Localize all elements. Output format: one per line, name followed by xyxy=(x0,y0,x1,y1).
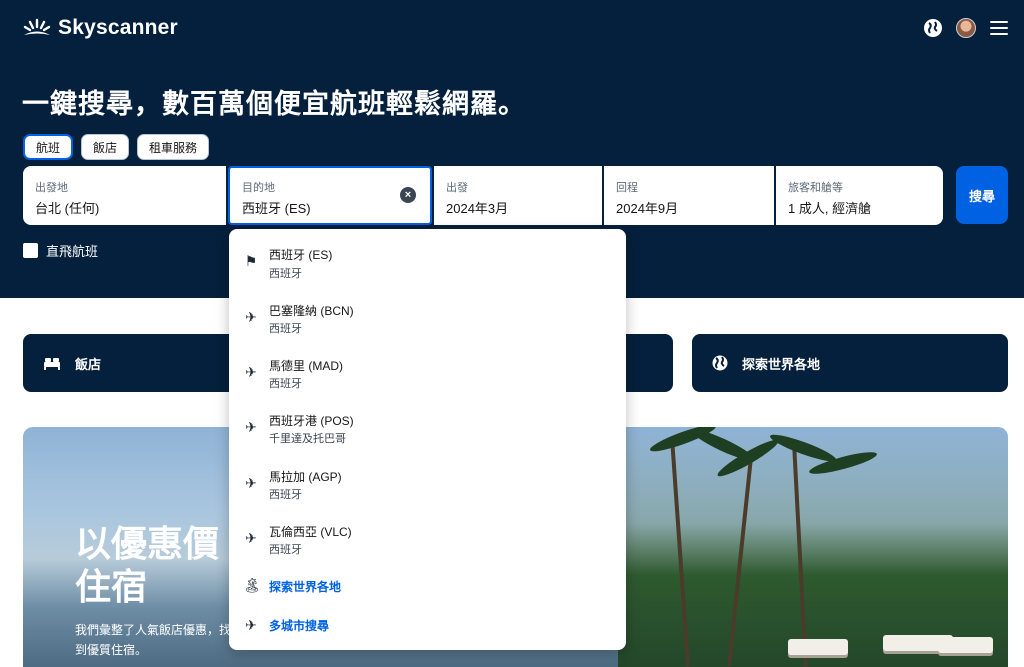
tab-car-rental[interactable]: 租車服務 xyxy=(137,134,210,160)
plane-icon: ✈ xyxy=(245,475,257,491)
island-icon: 🏝 xyxy=(243,577,261,593)
origin-field[interactable]: 出發地 台北 (任何) xyxy=(23,166,226,225)
plane-icon: ✈ xyxy=(245,364,257,380)
explore-quick-link-label: 探索世界各地 xyxy=(742,356,821,372)
suggestion-item[interactable]: ✈ 巴塞隆納 (BCN) 西班牙 xyxy=(229,296,626,348)
suggestion-subtitle: 西班牙 xyxy=(269,489,302,501)
suggestion-subtitle: 西班牙 xyxy=(269,323,302,335)
header-actions xyxy=(924,18,1008,38)
return-label: 回程 xyxy=(616,182,638,194)
suggestion-item[interactable]: ⚑ 西班牙 (ES) 西班牙 xyxy=(229,241,626,293)
multi-city-search-label: 多城市搜尋 xyxy=(269,619,330,633)
return-value: 2024年9月 xyxy=(616,201,679,216)
destination-label: 目的地 xyxy=(242,182,275,194)
bed-icon xyxy=(44,358,60,370)
tab-flights[interactable]: 航班 xyxy=(23,134,74,160)
depart-value: 2024年3月 xyxy=(446,201,509,216)
suggestion-item[interactable]: ✈ 西班牙港 (POS) 千里達及托巴哥 xyxy=(229,406,626,458)
travellers-label: 旅客和艙等 xyxy=(788,182,843,194)
travellers-field[interactable]: 旅客和艙等 1 成人, 經濟艙 xyxy=(776,166,943,225)
suggestion-subtitle: 西班牙 xyxy=(269,268,302,280)
plane-icon: ✈ xyxy=(245,419,257,435)
destination-suggestions-dropdown: ⚑ 西班牙 (ES) 西班牙 ✈ 巴塞隆納 (BCN) 西班牙 ✈ 馬德里 (M… xyxy=(229,229,626,650)
banner-subtitle: 我們彙整了人氣飯店優惠，找到優質住宿。 xyxy=(75,623,232,657)
suggestion-item[interactable]: ✈ 馬拉加 (AGP) 西班牙 xyxy=(229,462,626,514)
menu-icon[interactable] xyxy=(990,21,1008,35)
suggestion-item[interactable]: ✈ 馬德里 (MAD) 西班牙 xyxy=(229,351,626,403)
skyscanner-logo[interactable]: Skyscanner xyxy=(22,16,178,40)
search-type-tabs: 航班 飯店 租車服務 xyxy=(23,134,210,160)
plane-icon: ✈ xyxy=(245,309,257,325)
depart-field[interactable]: 出發 2024年3月 xyxy=(434,166,602,225)
suggestion-item[interactable]: ✈ 瓦倫西亞 (VLC) 西班牙 xyxy=(229,517,626,569)
suggestion-title: 西班牙港 (POS) xyxy=(269,414,354,428)
destination-input[interactable]: 西班牙 (ES) xyxy=(242,198,418,217)
explore-quick-link[interactable]: 探索世界各地 xyxy=(692,334,1008,392)
suggestion-subtitle: 千里達及托巴哥 xyxy=(269,433,346,445)
user-avatar[interactable] xyxy=(956,18,976,38)
sunrise-logo-icon xyxy=(23,18,51,35)
suggestion-title: 巴塞隆納 (BCN) xyxy=(269,304,354,318)
suggestion-subtitle: 西班牙 xyxy=(269,378,302,390)
hotels-quick-link-label: 飯店 xyxy=(75,356,102,372)
destination-field[interactable]: 目的地 西班牙 (ES) × xyxy=(228,166,432,225)
travellers-value: 1 成人, 經濟艙 xyxy=(788,201,872,216)
origin-label: 出發地 xyxy=(35,182,68,194)
direct-flights-checkbox[interactable] xyxy=(23,243,38,258)
suggestion-subtitle: 西班牙 xyxy=(269,544,302,556)
explore-everywhere-link[interactable]: 🏝 探索世界各地 xyxy=(229,575,626,599)
plane-icon: ✈ xyxy=(245,530,257,546)
return-field[interactable]: 回程 2024年9月 xyxy=(604,166,774,225)
depart-label: 出發 xyxy=(446,182,468,194)
suggestion-title: 瓦倫西亞 (VLC) xyxy=(269,525,352,539)
multi-city-search-link[interactable]: ✈ 多城市搜尋 xyxy=(229,614,626,638)
banner-palm-trees-image xyxy=(618,427,1008,667)
page-headline: 一鍵搜尋，數百萬個便宜航班輕鬆網羅。 xyxy=(22,89,526,119)
clear-input-icon[interactable]: × xyxy=(400,187,416,203)
direct-flights-option[interactable]: 直飛航班 xyxy=(23,241,98,260)
tab-hotels[interactable]: 飯店 xyxy=(81,134,130,160)
suggestion-title: 馬德里 (MAD) xyxy=(269,359,343,373)
explore-everywhere-label: 探索世界各地 xyxy=(269,580,342,594)
globe-icon xyxy=(712,355,728,371)
banner-title: 以優惠價住宿 xyxy=(75,523,220,607)
direct-flights-label: 直飛航班 xyxy=(46,244,99,259)
brand-name: Skyscanner xyxy=(58,16,178,39)
suggestion-title: 西班牙 (ES) xyxy=(269,248,333,262)
globe-icon[interactable] xyxy=(924,19,942,37)
plane-icon: ✈ xyxy=(245,617,257,633)
search-button[interactable]: 搜尋 xyxy=(956,166,1008,224)
origin-value: 台北 (任何) xyxy=(35,201,100,216)
suggestion-title: 馬拉加 (AGP) xyxy=(269,470,342,484)
flag-icon: ⚑ xyxy=(244,253,258,269)
